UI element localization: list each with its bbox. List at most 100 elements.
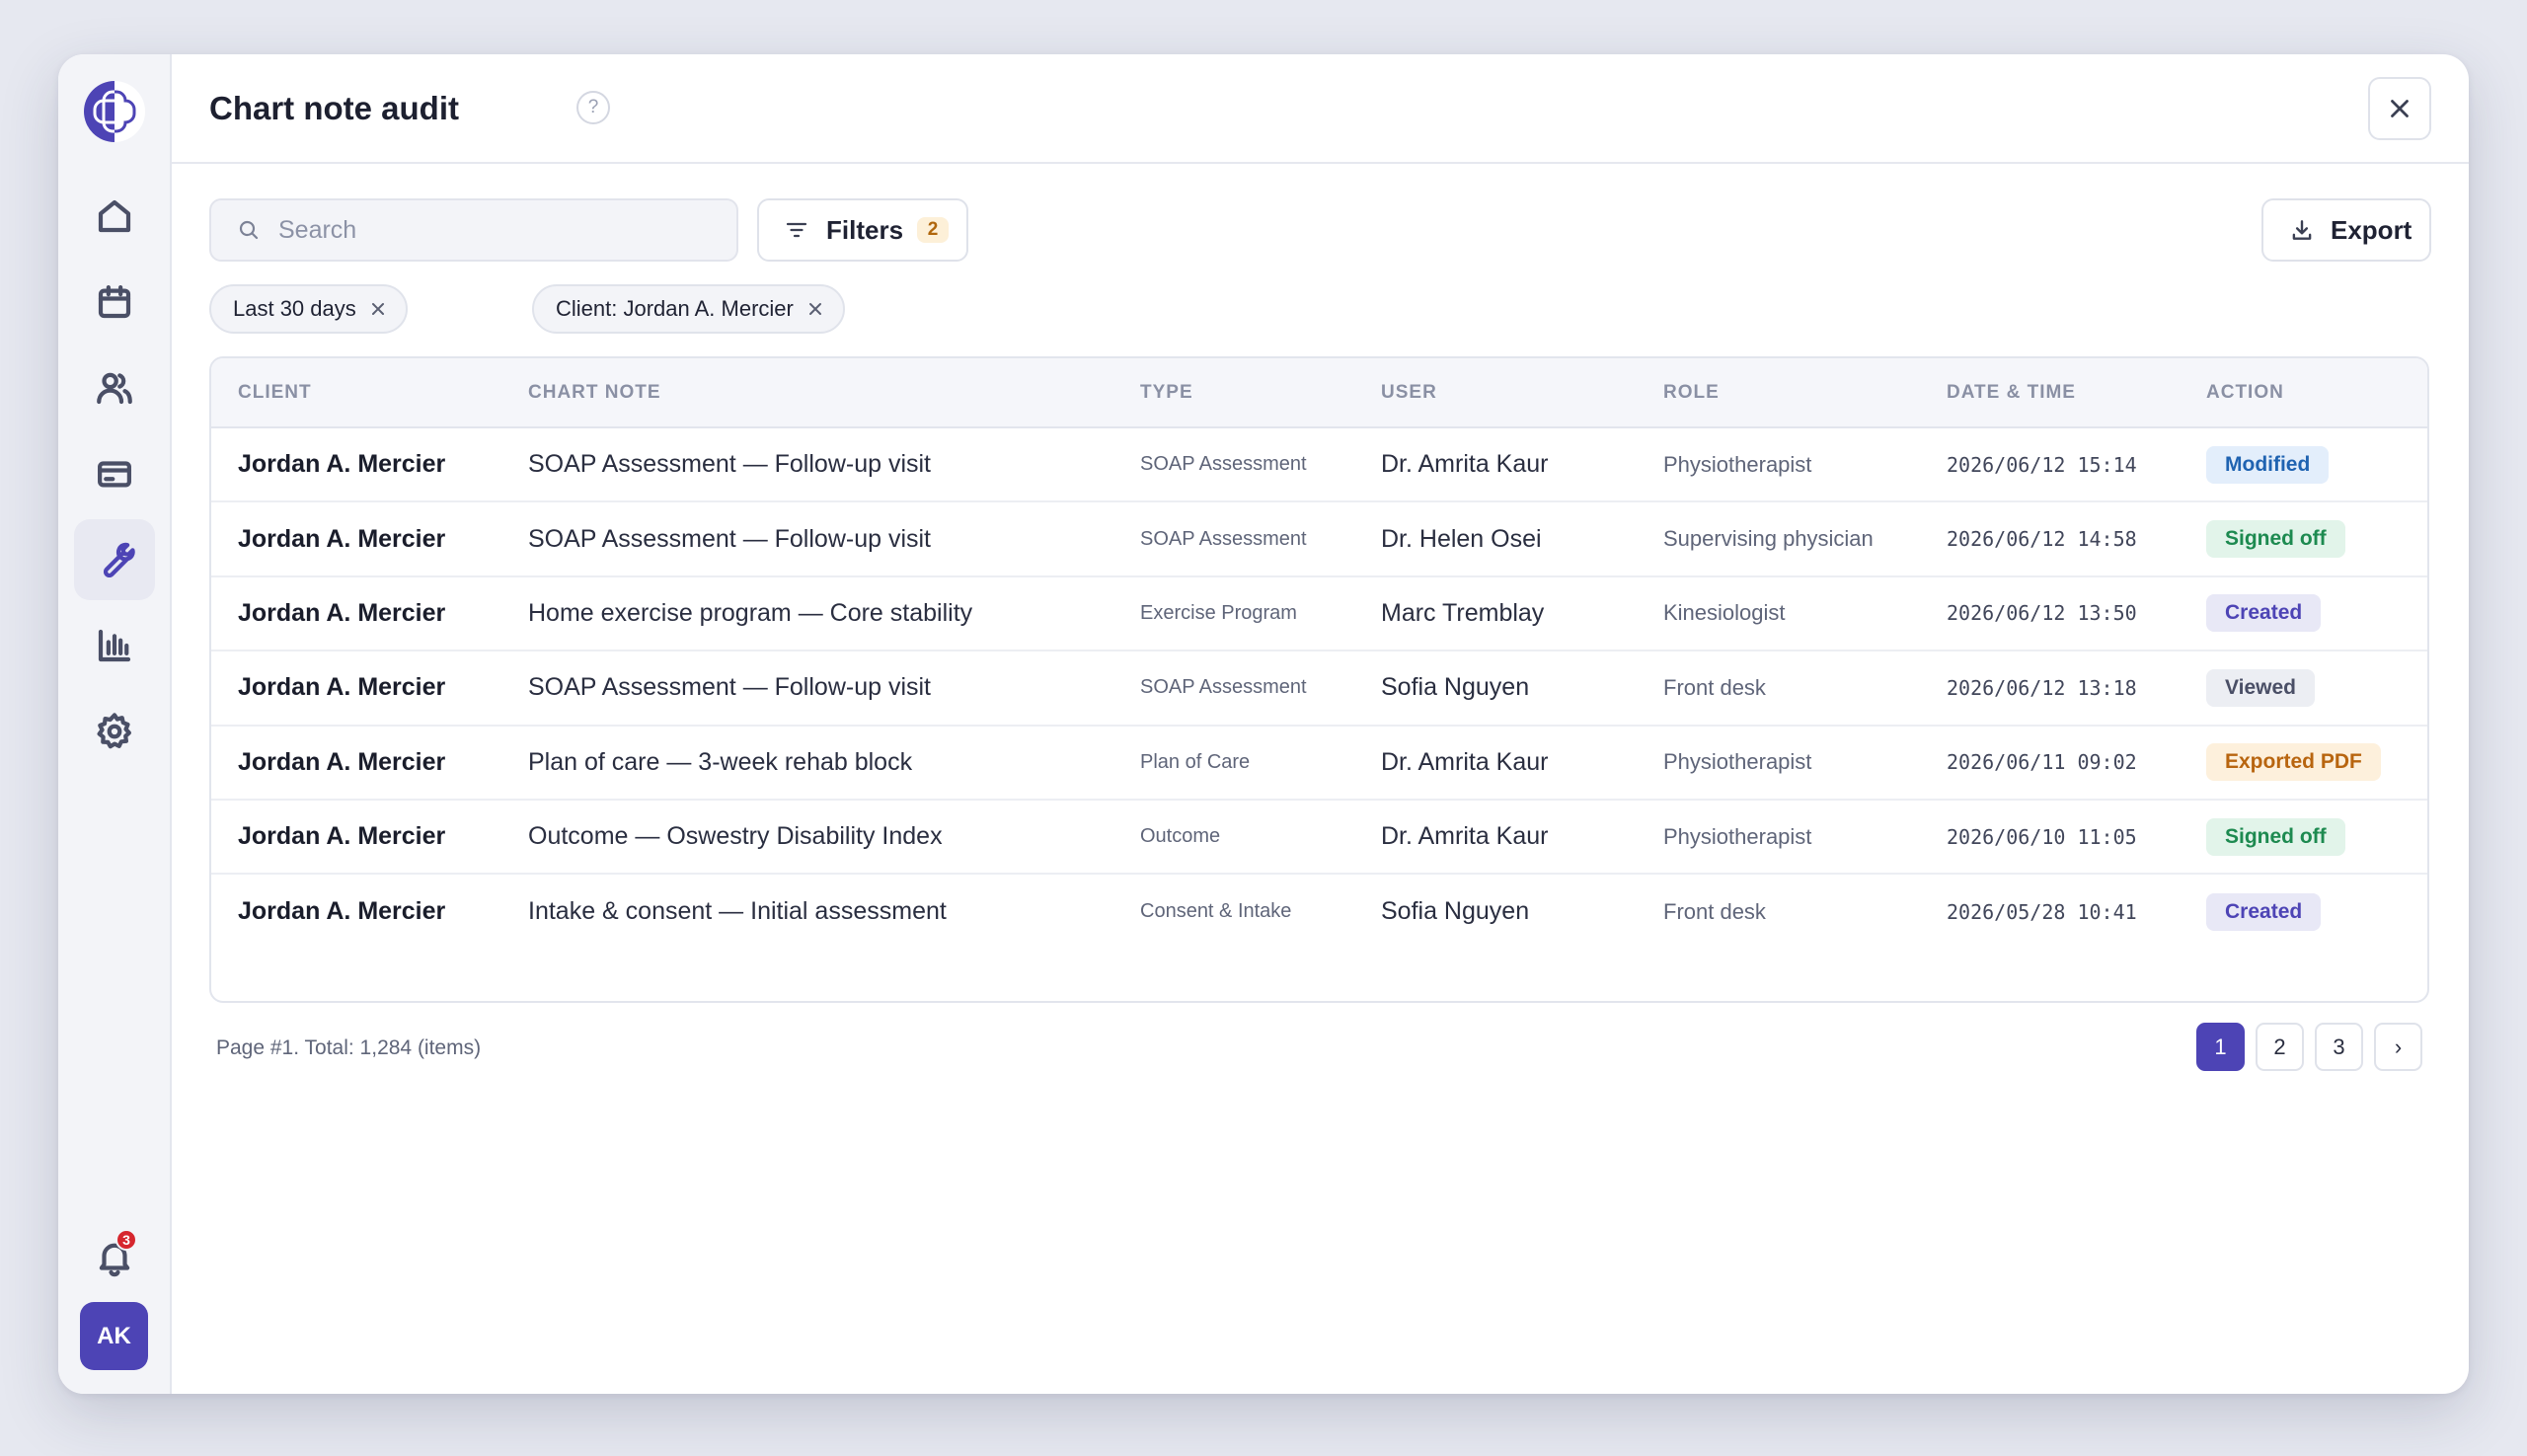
cell-type: Outcome xyxy=(1140,798,1381,875)
cell-type: SOAP Assessment xyxy=(1140,453,1307,476)
cell-chart-note[interactable]: SOAP Assessment — Follow-up visit xyxy=(528,427,1140,501)
column-header-client[interactable]: CLIENT xyxy=(211,358,528,428)
cell-role: Front desk xyxy=(1663,873,1947,949)
close-button[interactable] xyxy=(2368,77,2431,140)
column-header-action[interactable]: ACTION xyxy=(2206,358,2427,428)
app-logo[interactable] xyxy=(82,79,147,144)
column-header-type[interactable]: TYPE xyxy=(1140,358,1381,428)
help-icon[interactable]: ? xyxy=(576,91,610,124)
filters-label: Filters xyxy=(826,214,904,245)
cell-chart-note[interactable]: Intake & consent — Initial assessment xyxy=(528,873,1140,949)
cell-role: Physiotherapist xyxy=(1663,724,1947,800)
cell-action: Modified xyxy=(2206,427,2427,501)
nav-settings[interactable] xyxy=(74,691,155,772)
action-badge: Signed off xyxy=(2206,520,2345,559)
table-row[interactable]: Jordan A. Mercier Plan of care — 3-week … xyxy=(211,724,2427,800)
bar-chart-icon xyxy=(98,629,131,662)
table-row[interactable]: Jordan A. Mercier SOAP Assessment — Foll… xyxy=(211,650,2427,726)
next-page-button[interactable]: › xyxy=(2374,1023,2422,1071)
nav-calendar[interactable] xyxy=(74,262,155,343)
calendar-icon xyxy=(98,285,131,319)
cell-action: Signed off xyxy=(2206,500,2427,576)
cell-date-time: 2026/06/12 14:58 xyxy=(1947,500,2206,576)
nav-billing[interactable] xyxy=(74,433,155,514)
page-title: Chart note audit xyxy=(209,90,459,126)
filters-count-badge: 2 xyxy=(917,217,950,243)
action-badge: Signed off xyxy=(2206,817,2345,856)
main-panel: Chart note audit ? Filters 2 Export Last… xyxy=(172,54,2469,1394)
cell-role: Physiotherapist xyxy=(1663,798,1947,875)
pagination: 1 2 3 › xyxy=(2196,1023,2422,1071)
cell-type: Plan of Care xyxy=(1140,724,1381,800)
audit-window: 3 AK Chart note audit ? Filters 2 Export… xyxy=(58,54,2469,1394)
cell-user: Marc Tremblay xyxy=(1381,575,1663,651)
table-row[interactable]: Jordan A. Mercier SOAP Assessment — Foll… xyxy=(211,500,2427,576)
search-input[interactable] xyxy=(278,215,732,245)
table-row[interactable]: Jordan A. Mercier SOAP Assessment — Foll… xyxy=(211,427,2427,501)
column-header-role[interactable]: ROLE xyxy=(1663,358,1947,428)
user-avatar[interactable]: AK xyxy=(80,1302,148,1370)
nav-tools[interactable] xyxy=(74,519,155,600)
cell-client: Jordan A. Mercier xyxy=(211,798,528,875)
cell-chart-note[interactable]: Home exercise program — Core stability xyxy=(528,575,1140,651)
table-row[interactable]: Jordan A. Mercier Home exercise program … xyxy=(211,575,2427,651)
column-header-date-time[interactable]: DATE & TIME xyxy=(1947,358,2206,428)
table-header-row: CLIENT CHART NOTE TYPE USER ROLE DATE & … xyxy=(211,358,2427,428)
page-button-3[interactable]: 3 xyxy=(2315,1023,2363,1071)
nav-reports[interactable] xyxy=(74,605,155,686)
cell-type: SOAP Assessment xyxy=(1140,650,1381,726)
cell-user: Dr. Amrita Kaur xyxy=(1381,798,1663,875)
cell-role: Physiotherapist xyxy=(1663,451,1812,477)
close-icon xyxy=(2391,100,2409,117)
filters-button[interactable]: Filters 2 xyxy=(757,198,968,262)
notification-count-badge: 3 xyxy=(115,1229,137,1251)
cell-action: Viewed xyxy=(2206,650,2427,726)
filter-chip-date-range: Last 30 days xyxy=(209,284,408,334)
pagination-info: Page #1. Total: 1,284 (items) xyxy=(216,1036,482,1059)
page-button-1[interactable]: 1 xyxy=(2196,1023,2245,1071)
home-icon xyxy=(98,199,131,233)
cell-action: Created xyxy=(2206,575,2427,651)
action-badge: Exported PDF xyxy=(2206,743,2381,782)
users-icon xyxy=(97,372,132,405)
column-header-user[interactable]: USER xyxy=(1381,358,1663,428)
filter-chip-client: Client: Jordan A. Mercier xyxy=(532,284,845,334)
cell-type: Consent & Intake xyxy=(1140,873,1381,949)
cell-client: Jordan A. Mercier xyxy=(211,873,528,949)
export-button[interactable]: Export xyxy=(2261,198,2431,262)
cell-date-time: 2026/05/28 10:41 xyxy=(1947,873,2206,949)
remove-chip-icon[interactable] xyxy=(805,299,825,319)
wrench-icon xyxy=(103,542,135,578)
cell-role: Kinesiologist xyxy=(1663,575,1947,651)
cell-client: Jordan A. Mercier xyxy=(211,650,528,726)
nav-home[interactable] xyxy=(74,176,155,257)
search-box[interactable] xyxy=(209,198,738,262)
cell-user: Sofia Nguyen xyxy=(1381,650,1663,726)
cell-chart-note[interactable]: SOAP Assessment — Follow-up visit xyxy=(528,500,1140,576)
search-icon xyxy=(239,220,259,240)
remove-chip-icon[interactable] xyxy=(368,299,388,319)
header: Chart note audit ? xyxy=(172,54,2469,164)
cell-chart-note[interactable]: SOAP Assessment — Follow-up visit xyxy=(528,650,1140,726)
cell-type: SOAP Assessment xyxy=(1140,500,1381,576)
cell-date-time: 2026/06/12 13:18 xyxy=(1947,650,2206,726)
cell-chart-note[interactable]: Plan of care — 3-week rehab block xyxy=(528,724,1140,800)
export-label: Export xyxy=(2331,214,2412,245)
table-row[interactable]: Jordan A. Mercier Outcome — Oswestry Dis… xyxy=(211,798,2427,875)
filter-lines-icon xyxy=(786,222,807,238)
notifications-button[interactable]: 3 xyxy=(74,1217,155,1298)
table-row[interactable]: Jordan A. Mercier Intake & consent — Ini… xyxy=(211,873,2427,949)
page-button-2[interactable]: 2 xyxy=(2256,1023,2304,1071)
cell-role: Front desk xyxy=(1663,650,1947,726)
cell-date-time: 2026/06/11 09:02 xyxy=(1947,724,2206,800)
column-header-chart-note[interactable]: CHART NOTE xyxy=(528,358,1140,428)
action-badge: Modified xyxy=(2206,445,2330,484)
cell-user: Dr. Helen Osei xyxy=(1381,500,1663,576)
cell-chart-note[interactable]: Outcome — Oswestry Disability Index xyxy=(528,798,1140,875)
action-badge: Viewed xyxy=(2206,668,2315,707)
sidebar: 3 AK xyxy=(58,54,172,1394)
gear-icon xyxy=(97,713,131,749)
nav-clients[interactable] xyxy=(74,347,155,428)
cell-client: Jordan A. Mercier xyxy=(238,450,446,479)
cell-action: Exported PDF xyxy=(2206,724,2427,800)
